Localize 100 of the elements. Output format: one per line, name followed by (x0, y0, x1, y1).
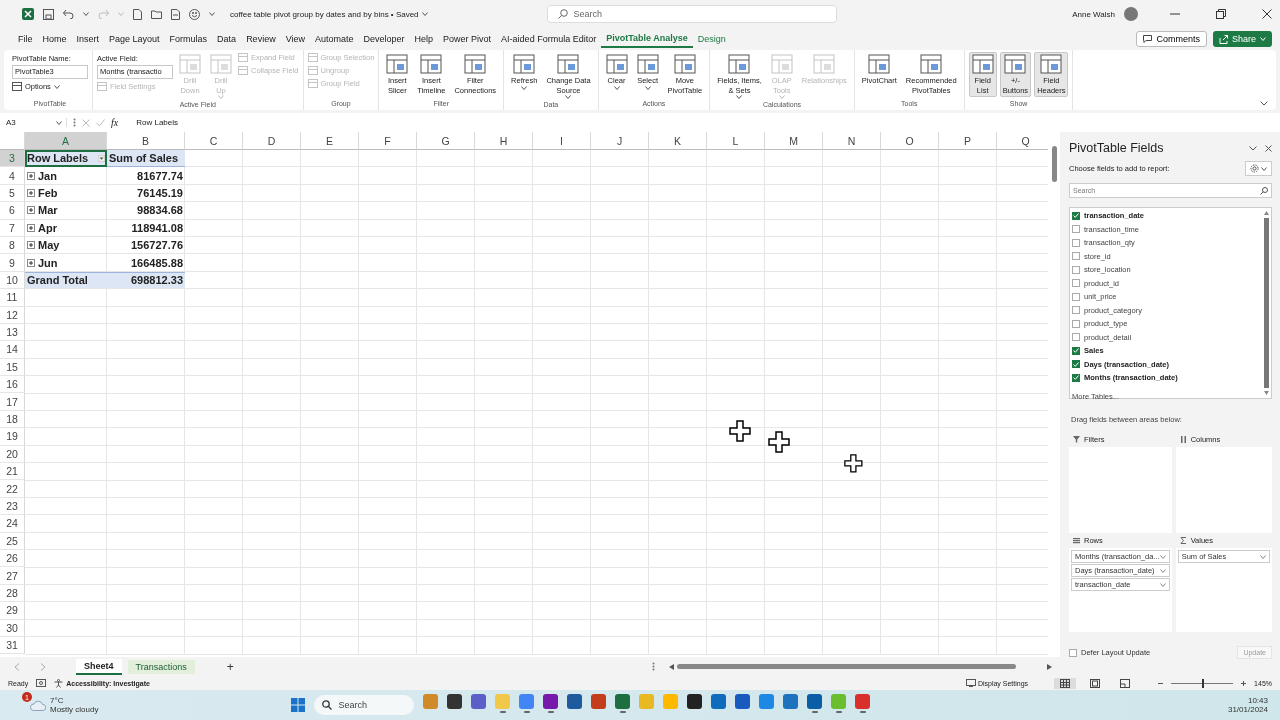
ribbon-tab[interactable]: Insert (71, 31, 105, 47)
checkbox[interactable] (1072, 238, 1080, 247)
checkbox[interactable] (1072, 279, 1080, 288)
ribbon-tab[interactable]: Data (212, 31, 242, 47)
row-header[interactable]: 3 (0, 150, 25, 168)
search-field[interactable]: Search (546, 5, 837, 23)
column-header[interactable]: I (533, 132, 591, 150)
new-file-icon[interactable] (133, 8, 142, 20)
ribbon-tab[interactable]: View (280, 31, 310, 47)
ribbon-tab[interactable]: Page Layout (104, 31, 165, 47)
checkbox[interactable] (1072, 265, 1080, 274)
column-header[interactable]: H (475, 132, 533, 150)
table-icon (210, 54, 232, 74)
checkbox[interactable] (1072, 346, 1080, 355)
ribbon-tab[interactable]: File (13, 31, 38, 47)
column-header[interactable]: K (649, 132, 707, 150)
folder-icon[interactable] (151, 9, 162, 19)
column-header[interactable]: D (243, 132, 301, 150)
checkbox[interactable] (1072, 306, 1080, 315)
checkbox[interactable] (1069, 648, 1077, 657)
sheet-tab[interactable]: Sheet4 (76, 658, 122, 675)
ribbon-tab[interactable]: Home (37, 31, 72, 47)
checkbox[interactable] (1072, 292, 1080, 301)
header-cell[interactable]: Row Labels (25, 150, 107, 168)
sheet-tab[interactable]: Transactions (127, 659, 195, 674)
column-header[interactable]: E (301, 132, 359, 150)
scrollbar-thumb[interactable] (1264, 218, 1269, 388)
row-header[interactable]: 21 (0, 463, 25, 481)
zoom-in-icon[interactable] (1241, 680, 1247, 686)
checkbox[interactable] (1072, 225, 1080, 234)
column-header[interactable]: M (765, 132, 823, 150)
ribbon-tab[interactable]: AI-aided Formula Editor (496, 31, 602, 47)
ribbon-tab[interactable]: Review (241, 31, 281, 47)
row-header[interactable]: 16 (0, 376, 25, 394)
ribbon-tab[interactable]: Power Pivot (438, 31, 497, 47)
row-header[interactable]: 6 (0, 202, 25, 220)
row-header[interactable]: 14 (0, 341, 25, 359)
column-header[interactable]: O (881, 132, 939, 150)
save-icon[interactable] (43, 8, 54, 20)
caret-icon (613, 85, 620, 90)
name-box[interactable]: A3 (6, 118, 16, 127)
restore-icon[interactable] (1216, 9, 1226, 19)
row-header[interactable]: 17 (0, 393, 25, 411)
caret-icon (56, 120, 62, 125)
ribbon-tab[interactable]: Help (409, 31, 439, 47)
comments-button[interactable]: Comments (1136, 31, 1207, 47)
check-icon[interactable] (96, 118, 105, 127)
checkbox[interactable] (1072, 211, 1080, 220)
share-button[interactable]: Share (1212, 31, 1272, 47)
checkbox[interactable] (1072, 360, 1080, 369)
taskbar-app[interactable] (543, 694, 559, 716)
view-button[interactable] (1054, 677, 1077, 689)
ribbon-tab[interactable]: Formulas (164, 31, 213, 47)
checkbox[interactable] (1072, 333, 1080, 342)
scrollbar-thumb[interactable] (677, 664, 1016, 669)
start-icon[interactable] (291, 698, 306, 712)
checkbox[interactable] (1072, 252, 1080, 261)
macro-icon[interactable] (36, 679, 47, 687)
checkbox[interactable] (1072, 319, 1080, 328)
settings-button[interactable] (1245, 161, 1272, 176)
row-header[interactable]: 24 (0, 515, 25, 533)
row-header[interactable]: 19 (0, 428, 25, 446)
expand-icon (27, 258, 35, 267)
table-icon (920, 54, 943, 74)
column-header[interactable]: L (707, 132, 765, 150)
add-sheet-button[interactable]: + (220, 658, 240, 675)
taskbar-search[interactable]: Search (314, 695, 415, 715)
row-header[interactable]: 29 (0, 602, 25, 620)
row-header[interactable]: 22 (0, 480, 25, 498)
row-header[interactable]: 11 (0, 289, 25, 307)
function-button[interactable]: fx (111, 117, 119, 128)
column-header[interactable]: C (185, 132, 243, 150)
column-header[interactable]: G (417, 132, 475, 150)
avatar-icon[interactable] (1124, 7, 1138, 21)
chevron-down-icon[interactable] (1249, 145, 1257, 151)
ribbon-tab[interactable]: PivotTable Analyse (601, 30, 693, 48)
scroll-left-icon[interactable] (669, 663, 674, 670)
collapse-ribbon-icon[interactable] (1260, 101, 1268, 106)
scroll-right-icon[interactable] (1047, 663, 1052, 670)
zoom-out-icon[interactable] (1158, 680, 1164, 686)
scrollbar-thumb[interactable] (1051, 146, 1057, 182)
column-header[interactable]: A (25, 132, 107, 150)
row-header[interactable]: 9 (0, 254, 25, 272)
document-icon[interactable] (171, 8, 180, 20)
row-header[interactable]: 27 (0, 567, 25, 585)
header-cell[interactable]: Sum of Sales (107, 150, 185, 168)
column-header[interactable]: F (359, 132, 417, 150)
checkbox[interactable] (1072, 373, 1080, 382)
ribbon-tab[interactable]: Automate (310, 31, 359, 47)
undo-icon[interactable] (63, 9, 74, 19)
column-header[interactable]: J (591, 132, 649, 150)
row-header[interactable]: 4 (0, 167, 25, 185)
weather-condition: Mostly cloudy (50, 705, 99, 714)
smiley-icon[interactable] (189, 8, 200, 20)
close-icon[interactable] (1262, 9, 1272, 19)
column-header[interactable]: P (939, 132, 997, 150)
ribbon-tab[interactable]: Developer (358, 31, 410, 47)
close-icon[interactable] (1265, 144, 1272, 152)
ribbon-tab[interactable]: Design (692, 31, 731, 47)
column-header[interactable]: N (823, 132, 881, 150)
